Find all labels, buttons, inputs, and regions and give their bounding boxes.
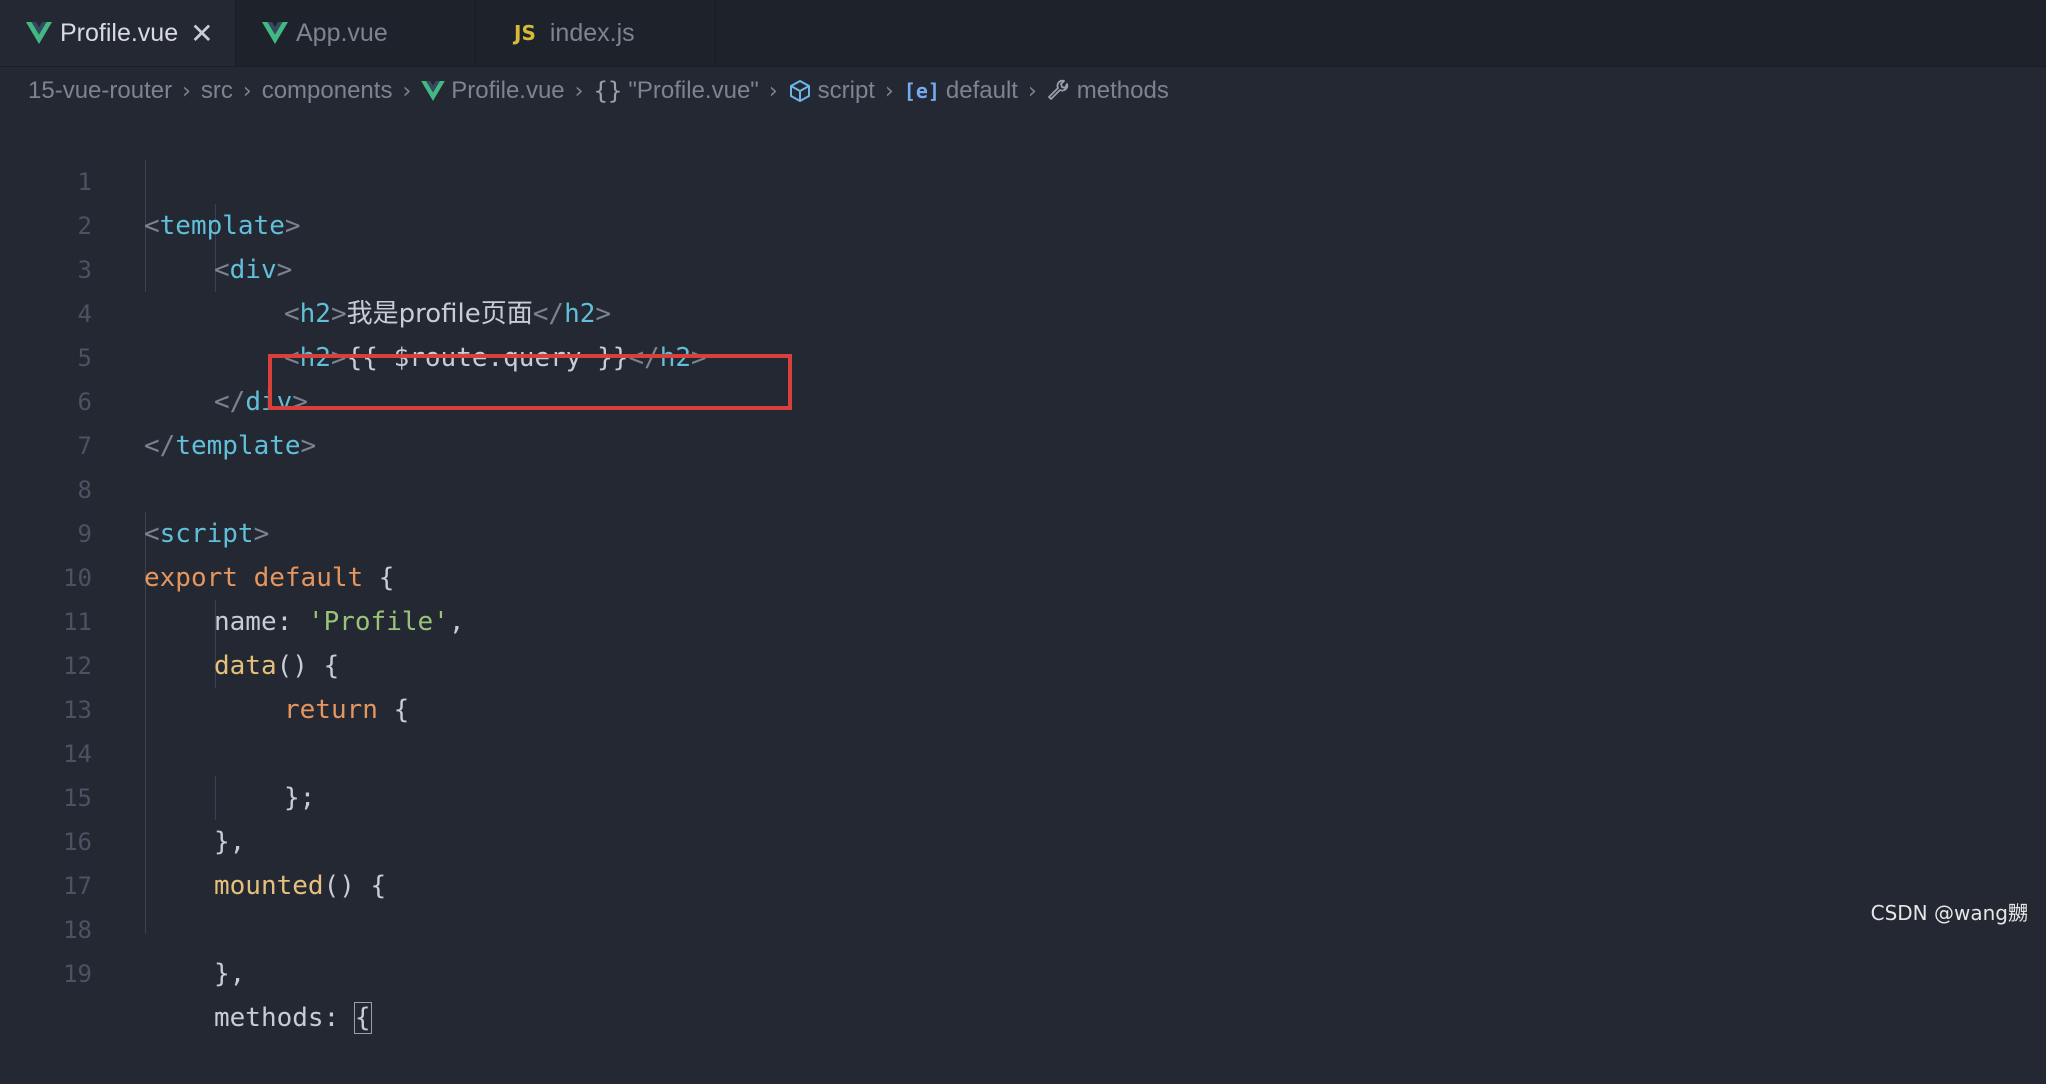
js-icon: JS (514, 21, 536, 45)
watermark: CSDN @wang嬲 (1870, 901, 2028, 925)
line-content: }, (214, 959, 246, 989)
breadcrumb-item[interactable]: components (262, 77, 393, 105)
code-line: 1 <template> (0, 116, 2046, 241)
code-line: 13 (0, 644, 2046, 724)
breadcrumb-item[interactable]: methods (1077, 77, 1169, 105)
code-line: 19 methods: { (0, 908, 2046, 1034)
code-line: 4 <h2>{{ $route.query }}</h2> (0, 248, 2046, 373)
tab-bar: Profile.vue ✕ App.vue JS index.js (0, 0, 2046, 67)
breadcrumb-item[interactable]: Profile.vue (451, 77, 564, 105)
line-number: 19 (63, 960, 92, 988)
chevron-right-icon: › (1027, 78, 1037, 104)
vue-icon (421, 81, 446, 101)
braces-icon: {} (593, 77, 623, 105)
chevron-right-icon: › (768, 78, 778, 104)
code-line: 11 data() { (0, 556, 2046, 681)
code-line: 10 name: 'Profile', (0, 512, 2046, 637)
code-line: 5 </div> (0, 292, 2046, 417)
close-icon[interactable]: ✕ (190, 17, 213, 50)
tab-app-vue[interactable]: App.vue (236, 0, 476, 66)
chevron-right-icon: › (884, 78, 894, 104)
code-editor[interactable]: 1 <template> 2 <div> 3 <h2>我是profile页面</… (0, 116, 2046, 1034)
code-line: 3 <h2>我是profile页面</h2> (0, 204, 2046, 329)
line-content: methods: { (214, 1002, 372, 1034)
variable-icon: [e] (903, 79, 940, 103)
tab-label: App.vue (296, 18, 388, 47)
code-line: 8 <script> (0, 424, 2046, 549)
code-line: 16 mounted() { (0, 776, 2046, 901)
breadcrumb-item[interactable]: default (946, 77, 1018, 105)
tab-profile-vue[interactable]: Profile.vue ✕ (0, 0, 236, 66)
tab-index-js[interactable]: JS index.js (476, 0, 716, 66)
breadcrumb-item[interactable]: script (818, 77, 875, 105)
breadcrumb: 15-vue-router › src › components › Profi… (28, 66, 1169, 116)
chevron-right-icon: › (574, 78, 584, 104)
code-line: 15 }, (0, 732, 2046, 857)
code-line: 12 return { (0, 600, 2046, 725)
chevron-right-icon: › (402, 78, 412, 104)
code-line: 14 }; (0, 688, 2046, 813)
code-line: 18 }, (0, 864, 2046, 989)
code-line: 2 <div> (0, 160, 2046, 285)
text-cursor: { (353, 1002, 372, 1034)
vue-icon (26, 22, 52, 44)
cube-icon (788, 79, 812, 103)
highlight-annotation-box (268, 354, 792, 410)
chevron-right-icon: › (182, 78, 191, 104)
code-line: 9 export default { (0, 468, 2046, 593)
chevron-right-icon: › (242, 78, 252, 104)
vue-icon (262, 22, 288, 44)
wrench-icon (1047, 79, 1071, 103)
breadcrumb-item[interactable]: "Profile.vue" (628, 77, 758, 105)
tab-label: Profile.vue (60, 18, 179, 47)
breadcrumb-item[interactable]: src (201, 77, 233, 105)
breadcrumb-item[interactable]: 15-vue-router (28, 77, 172, 105)
tab-label: index.js (549, 18, 635, 47)
code-line: 17 (0, 820, 2046, 900)
